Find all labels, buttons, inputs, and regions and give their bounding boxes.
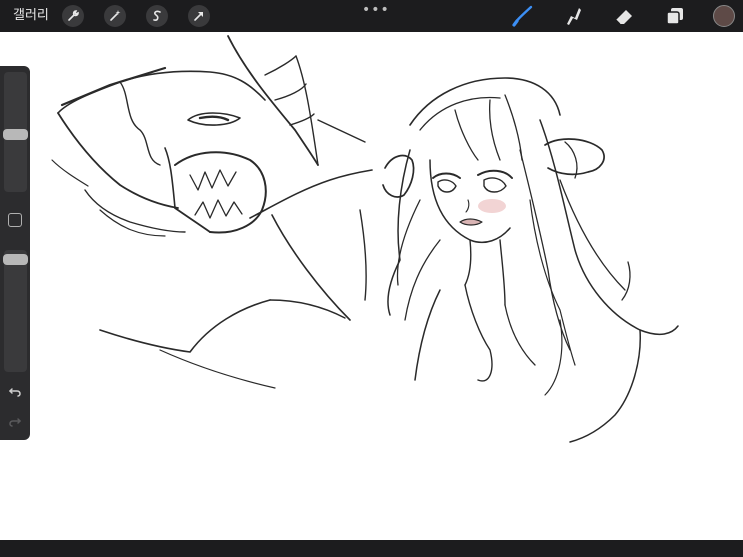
more-options-icon[interactable]: ••• (362, 2, 390, 18)
eraser-icon[interactable] (612, 4, 636, 28)
layers-icon[interactable] (663, 4, 687, 28)
brush-size-handle[interactable] (3, 128, 28, 140)
top-toolbar: 갤러리 ••• (0, 0, 743, 32)
redo-icon[interactable] (8, 414, 22, 428)
opacity-handle[interactable] (3, 254, 28, 266)
brush-icon[interactable] (511, 4, 535, 28)
smudge-icon[interactable] (561, 4, 585, 28)
magic-wand-icon[interactable] (104, 5, 126, 27)
color-picker-button[interactable] (713, 5, 735, 27)
wrench-icon[interactable] (62, 5, 84, 27)
drawing-canvas[interactable] (0, 32, 743, 540)
bottom-bar (0, 540, 743, 557)
left-sidebar (0, 66, 30, 440)
gallery-button[interactable]: 갤러리 (13, 6, 49, 26)
opacity-slider[interactable] (4, 250, 27, 372)
sketch-artwork (51, 35, 679, 443)
modifier-button[interactable] (8, 213, 22, 227)
selection-icon[interactable] (146, 5, 168, 27)
transform-arrow-icon[interactable] (188, 5, 210, 27)
undo-icon[interactable] (8, 384, 22, 398)
